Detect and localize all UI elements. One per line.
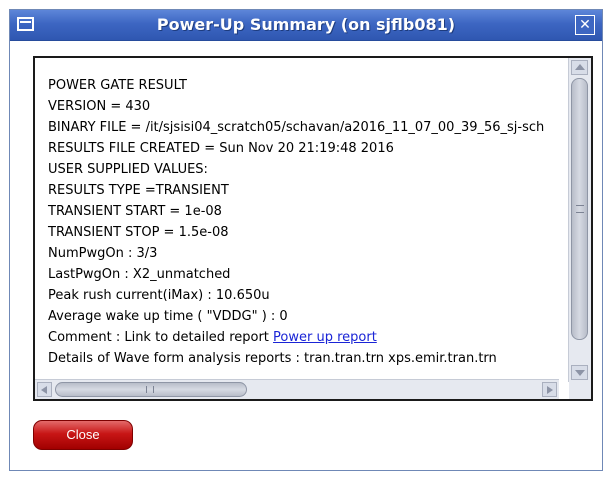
report-line: POWER GATE RESULT [48, 78, 187, 93]
scroll-down-arrow-icon[interactable] [571, 365, 588, 380]
vertical-scrollbar[interactable] [568, 58, 591, 382]
close-button[interactable]: Close [33, 420, 133, 450]
report-panel: POWER GATE RESULT VERSION = 430 BINARY F… [33, 56, 593, 401]
report-line: USER SUPPLIED VALUES: [48, 162, 208, 177]
details-line: Details of Wave form analysis reports : … [48, 351, 497, 366]
report-line: VERSION = 430 [48, 99, 151, 114]
horizontal-scrollbar[interactable] [35, 379, 559, 399]
report-line: RESULTS TYPE =TRANSIENT [48, 183, 229, 198]
report-line: LastPwgOn : X2_unmatched [48, 267, 231, 282]
report-line: Average wake up time ( "VDDG" ) : 0 [48, 309, 288, 324]
dialog-window: Power-Up Summary (on sjflb081) ✕ POWER G… [9, 9, 603, 471]
report-lines: POWER GATE RESULT VERSION = 430 BINARY F… [48, 75, 544, 369]
grip-icon [576, 205, 584, 213]
power-up-report-link[interactable]: Power up report [273, 330, 377, 345]
report-line: TRANSIENT START = 1e-08 [48, 204, 222, 219]
scroll-right-arrow-icon[interactable] [542, 382, 557, 397]
report-line: TRANSIENT STOP = 1.5e-08 [48, 225, 229, 240]
comment-prefix: Comment : Link to detailed report [48, 330, 274, 345]
window-title: Power-Up Summary (on sjflb081) [156, 15, 456, 34]
report-line: RESULTS FILE CREATED = Sun Nov 20 21:19:… [48, 141, 394, 156]
scrollbar-corner [569, 380, 591, 399]
comment-line: Comment : Link to detailed report Power … [48, 327, 544, 348]
vertical-scroll-thumb[interactable] [571, 78, 588, 340]
scroll-left-arrow-icon[interactable] [37, 382, 52, 397]
grip-icon [146, 386, 154, 393]
title-bar[interactable]: Power-Up Summary (on sjflb081) ✕ [10, 10, 602, 41]
close-icon[interactable]: ✕ [575, 15, 595, 35]
horizontal-scroll-thumb[interactable] [55, 382, 247, 397]
report-line: Peak rush current(iMax) : 10.650u [48, 288, 270, 303]
report-line: NumPwgOn : 3/3 [48, 246, 158, 261]
report-text-area[interactable]: POWER GATE RESULT VERSION = 430 BINARY F… [35, 58, 559, 382]
report-line: BINARY FILE = /it/sjsisi04_scratch05/sch… [48, 120, 545, 135]
scroll-up-arrow-icon[interactable] [571, 60, 588, 75]
